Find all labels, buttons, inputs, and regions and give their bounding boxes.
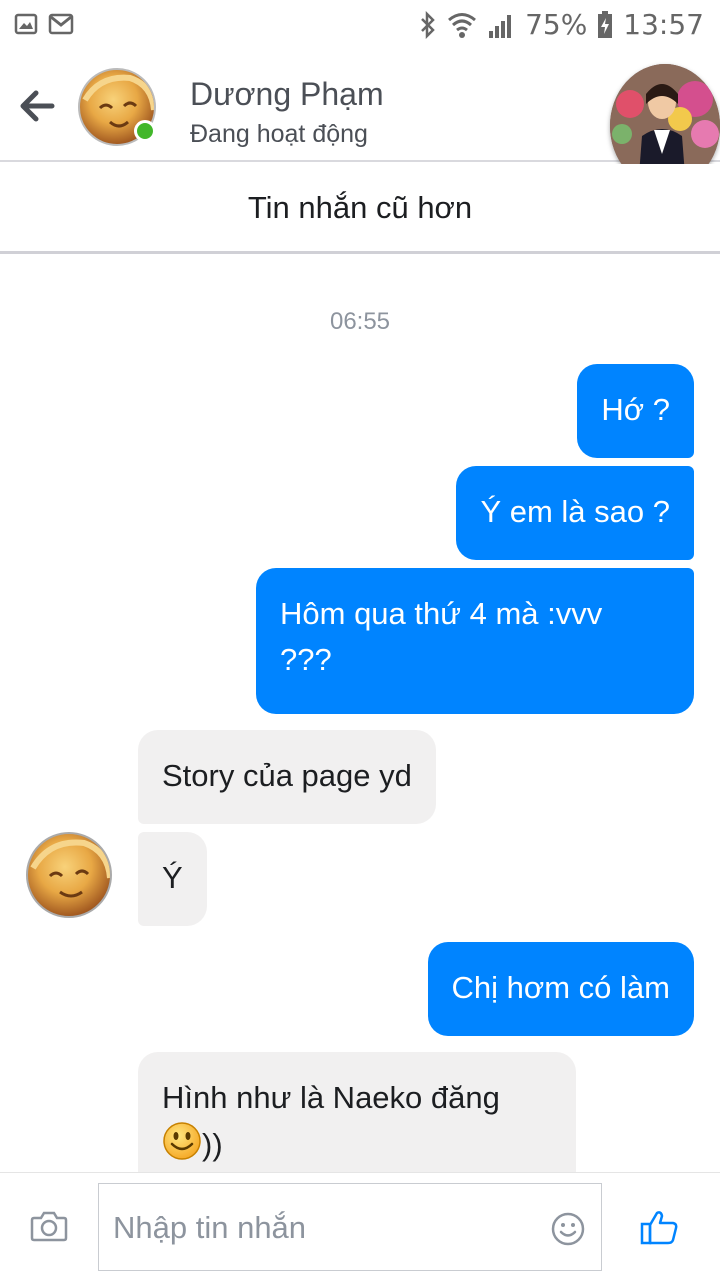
conversation-header: Dương Phạm Đang hoạt động (0, 50, 720, 188)
message-text: Hớ ? (601, 392, 670, 427)
battery-level: 75% (525, 8, 588, 41)
contact-avatar[interactable] (78, 68, 156, 146)
back-button[interactable] (18, 88, 58, 124)
thumbs-up-icon (640, 1211, 678, 1245)
smiley-icon (162, 1121, 202, 1174)
back-arrow-icon (20, 90, 55, 122)
message-text: Ý (162, 860, 183, 895)
message-text: Chị hơm có làm (451, 970, 670, 1005)
message-bubble-outgoing[interactable]: Chị hơm có làm (427, 942, 694, 1036)
message-bubble-incoming[interactable]: Story của page yd (138, 730, 436, 824)
status-bar: 75% 13:57 (0, 0, 720, 50)
message-text: Ý em là sao ? (480, 494, 670, 529)
emoji-icon (551, 1212, 585, 1246)
load-older-messages-button[interactable]: Tin nhắn cũ hơn (0, 164, 720, 254)
message-input-container (98, 1183, 602, 1271)
gallery-icon (14, 12, 38, 41)
message-bubble-incoming[interactable]: Ý (138, 832, 207, 926)
message-bubble-outgoing[interactable]: Hôm qua thứ 4 mà :vvv ??? (256, 568, 694, 714)
camera-button[interactable] (30, 1209, 68, 1243)
battery-charging-icon (597, 10, 613, 39)
clock: 13:57 (623, 8, 704, 41)
signal-icon (487, 11, 515, 39)
message-text: Story của page yd (162, 758, 412, 793)
message-input[interactable] (113, 1206, 533, 1250)
message-text-line: Hôm qua thứ 4 mà :vvv (280, 596, 603, 631)
gmail-icon (48, 12, 74, 41)
sender-avatar[interactable] (26, 832, 112, 918)
camera-icon (30, 1211, 68, 1242)
message-timestamp: 06:55 (329, 308, 391, 335)
message-text-line: Hình như là Naeko đăng (162, 1080, 500, 1115)
contact-status: Đang hoạt động (190, 120, 368, 148)
message-composer (0, 1172, 720, 1280)
like-button[interactable] (640, 1209, 678, 1245)
message-text-suffix: )) (202, 1127, 223, 1162)
message-bubble-outgoing[interactable]: Hớ ? (577, 364, 694, 458)
online-status-dot (134, 120, 156, 142)
wifi-icon (447, 11, 477, 39)
message-bubble-outgoing[interactable]: Ý em là sao ? (456, 466, 694, 560)
emoji-button[interactable] (551, 1212, 585, 1246)
message-text-line: ??? (280, 642, 332, 677)
bluetooth-icon (419, 10, 437, 39)
contact-name[interactable]: Dương Phạm (190, 76, 384, 113)
